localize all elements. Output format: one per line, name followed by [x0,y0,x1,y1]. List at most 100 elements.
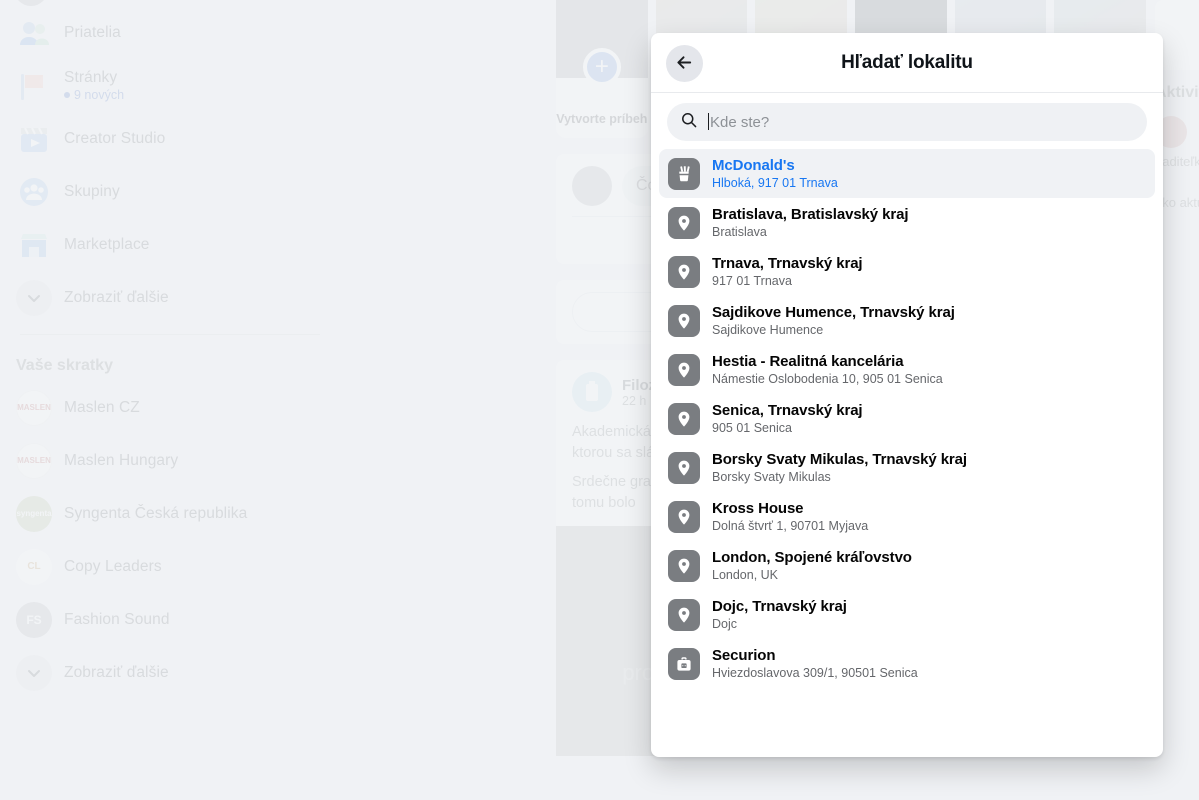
search-input[interactable]: Kde ste? [667,103,1147,141]
sidebar-item-label: Stránky [64,69,118,86]
shortcut-label: Copy Leaders [64,557,162,575]
shortcut-label: Maslen Hungary [64,451,179,469]
plus-icon: + [582,48,621,86]
result-subtitle: Borsky Svaty Mikulas [712,470,831,484]
create-story-label: Vytvorte príbeh [556,112,648,127]
search-placeholder-text: Kde ste? [710,114,770,131]
result-name: Hestia - Realitná kancelária [712,353,904,370]
result-subtitle: Dojc [712,617,738,631]
groups-icon [16,174,52,210]
map-pin-icon [668,304,700,337]
shortcuts-show-more[interactable]: Zobraziť ďalšie [8,646,332,699]
result-name: McDonald's [712,157,795,174]
shortcut-item[interactable]: FS Fashion Sound [8,593,332,646]
create-story-card[interactable]: + Vytvorte príbeh [556,0,648,138]
result-row-trnava[interactable]: Trnava, Trnavský kraj 917 01 Trnava [659,247,1155,296]
map-pin-icon [668,549,700,582]
shortcut-avatar: CL [16,548,52,585]
result-row-london[interactable]: London, Spojené kráľovstvo London, UK [659,541,1155,590]
chevron-down-icon [16,654,52,691]
result-name: Senica, Trnavský kraj [712,402,863,419]
shortcut-item[interactable]: MASLEN Maslen Hungary [8,434,332,487]
shortcut-item[interactable]: CL Copy Leaders [8,540,332,593]
briefcase-icon [668,647,700,680]
result-name: Borsky Svaty Mikulas, Trnavský kraj [712,451,967,468]
sidebar-item-groups[interactable]: Skupiny [8,165,332,218]
sidebar-item-label: Priatelia [64,23,121,41]
shortcut-avatar: MASLEN [16,389,52,426]
composer-avatar [572,166,612,206]
result-row-senica[interactable]: Senica, Trnavský kraj 905 01 Senica [659,394,1155,443]
result-subtitle: Námestie Oslobodenia 10, 905 01 Senica [712,372,943,386]
shortcut-avatar: FS [16,601,52,638]
result-name: Kross House [712,500,804,517]
result-row-kross-house[interactable]: Kross House Dolná štvrť 1, 90701 Myjava [659,492,1155,541]
result-row-hestia[interactable]: Hestia - Realitná kancelária Námestie Os… [659,345,1155,394]
shortcut-item[interactable]: MASLEN Maslen CZ [8,381,332,434]
left-sidebar: Priatelia Stránky 9 nových Creator Studi… [0,0,340,800]
map-pin-icon [668,451,700,484]
shortcut-label: Syngenta Česká republika [64,504,248,522]
map-pin-icon [668,402,700,435]
result-row-bratislava[interactable]: Bratislava, Bratislavský kraj Bratislava [659,198,1155,247]
sidebar-item-label: Marketplace [64,235,150,253]
result-subtitle: Hlboká, 917 01 Trnava [712,176,838,190]
map-pin-icon [668,500,700,533]
marketplace-icon [16,227,52,263]
result-subtitle: Sajdikove Humence [712,323,824,337]
map-pin-icon [668,255,700,288]
pages-flag-icon [16,68,52,104]
map-pin-icon [668,206,700,239]
shortcut-item[interactable]: syngenta Syngenta Česká republika [8,487,332,540]
sidebar-item-creator-studio[interactable]: Creator Studio [8,112,332,165]
sidebar-item-pages[interactable]: Stránky 9 nových [8,59,332,112]
result-row-mcdonalds[interactable]: McDonald's Hlboká, 917 01 Trnava [659,149,1155,198]
sidebar-item-label: Creator Studio [64,129,166,147]
sidebar-item-friends[interactable]: Priatelia [8,6,332,59]
result-name: Sajdikove Humence, Trnavský kraj [712,304,955,321]
result-row-dojc[interactable]: Dojc, Trnavský kraj Dojc [659,590,1155,639]
result-name: Dojc, Trnavský kraj [712,598,847,615]
result-subtitle: Dolná štvrť 1, 90701 Myjava [712,519,869,533]
result-subtitle: 905 01 Senica [712,421,792,435]
shortcut-label: Maslen CZ [64,398,140,416]
back-button[interactable] [666,45,703,82]
modal-title: Hľadať lokalitu [841,51,973,73]
post-author-avatar[interactable] [572,372,612,412]
sidebar-item-marketplace[interactable]: Marketplace [8,218,332,271]
profile-avatar [14,0,48,6]
sidebar-show-more[interactable]: Zobraziť ďalšie [8,271,332,324]
shortcut-label: Fashion Sound [64,610,170,628]
creator-studio-icon [16,121,52,157]
search-location-modal: Hľadať lokalitu Kde ste? McDonald's Hlbo… [651,33,1163,757]
sidebar-item-badge: 9 nových [64,88,124,102]
shortcut-avatar: MASLEN [16,442,52,479]
sidebar-item-label: Skupiny [64,182,120,200]
search-section: Kde ste? [651,93,1163,149]
app-root: Priatelia Stránky 9 nových Creator Studi… [0,0,1199,800]
arrow-left-icon [675,53,694,75]
search-icon [681,112,697,133]
result-name: Securion [712,647,776,664]
search-placeholder: Kde ste? [706,113,769,131]
modal-header: Hľadať lokalitu [651,33,1163,93]
shortcut-avatar: syngenta [16,495,52,532]
map-pin-icon [668,353,700,386]
result-subtitle: Bratislava [712,225,767,239]
result-name: London, Spojené kráľovstvo [712,549,912,566]
result-name: Trnava, Trnavský kraj [712,255,863,272]
result-row-sajdikove-humence[interactable]: Sajdikove Humence, Trnavský kraj Sajdiko… [659,296,1155,345]
fries-icon [668,157,700,190]
location-results-list[interactable]: McDonald's Hlboká, 917 01 Trnava Bratisl… [651,149,1163,757]
result-subtitle: 917 01 Trnava [712,274,792,288]
chevron-down-icon [16,279,52,316]
result-name: Bratislava, Bratislavský kraj [712,206,909,223]
shortcuts-heading: Vaše skratky [16,357,113,374]
result-subtitle: London, UK [712,568,779,582]
map-pin-icon [668,598,700,631]
sidebar-show-more-label: Zobraziť ďalšie [64,288,169,306]
sidebar-divider [20,334,320,335]
shortcuts-show-more-label: Zobraziť ďalšie [64,663,169,681]
result-row-borsky-svaty-mikulas[interactable]: Borsky Svaty Mikulas, Trnavský kraj Bors… [659,443,1155,492]
result-row-securion[interactable]: Securion Hviezdoslavova 309/1, 90501 Sen… [659,639,1155,688]
